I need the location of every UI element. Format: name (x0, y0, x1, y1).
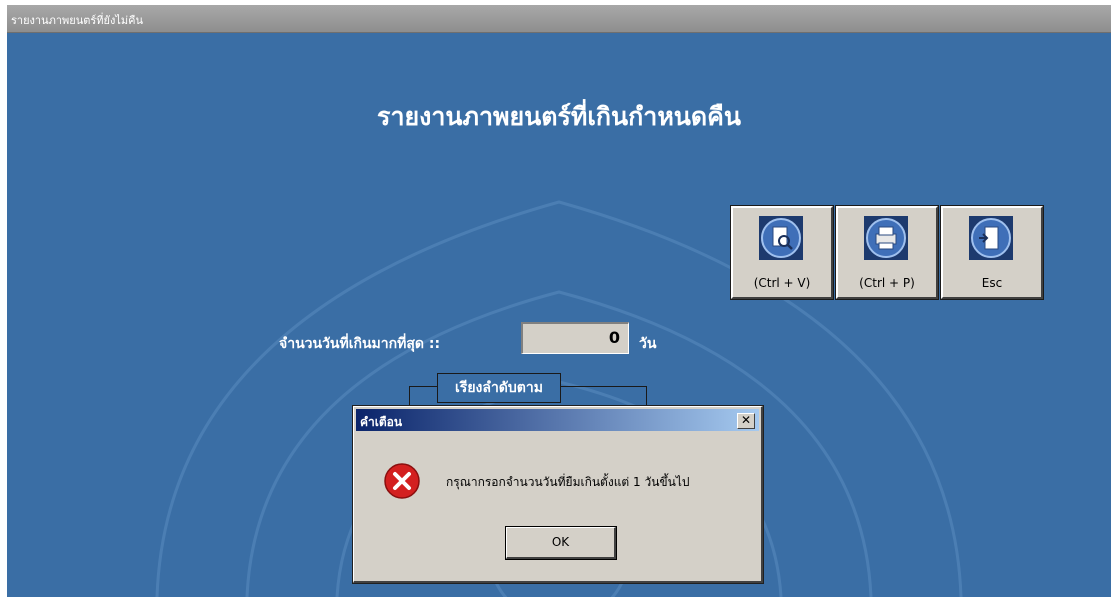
dialog-message: กรุณากรอกจำนวนวันที่ยืมเกินตั้งแต่ 1 วัน… (446, 475, 690, 489)
print-button-label: (Ctrl + P) (859, 276, 915, 290)
page-title: รายงานภาพยนตร์ที่เกินกำหนดคืน (377, 102, 741, 131)
preview-button-label: (Ctrl + V) (753, 276, 811, 290)
days-unit-label: วัน (639, 336, 657, 352)
window-titlebar[interactable]: รายงานภาพยนตร์ที่ยังไม่คืน (7, 5, 1111, 33)
close-icon: ✕ (740, 413, 752, 427)
warning-dialog: คำเตือน ✕ กรุณากรอกจำนวนวันที่ยืมเกินตั้… (353, 406, 763, 583)
sort-order-title: เรียงลำดับตาม (437, 373, 561, 403)
preview-button[interactable]: (Ctrl + V) (730, 205, 834, 300)
window-title: รายงานภาพยนตร์ที่ยังไม่คืน (11, 14, 144, 27)
report-window: รายงานภาพยนตร์ที่ยังไม่คืน รายงานภาพยนตร… (7, 5, 1111, 597)
exit-door-icon (969, 216, 1013, 260)
days-overdue-input[interactable]: 0 (521, 322, 629, 354)
error-icon (384, 463, 420, 499)
days-overdue-label: จำนวนวันที่เกินมากที่สุด :: (279, 336, 441, 352)
exit-button[interactable]: Esc (940, 205, 1044, 300)
ok-button[interactable]: OK (505, 526, 617, 560)
print-button[interactable]: (Ctrl + P) (835, 205, 939, 300)
dialog-titlebar[interactable]: คำเตือน ✕ (356, 409, 759, 431)
printer-icon (864, 216, 908, 260)
exit-button-label: Esc (981, 276, 1003, 290)
dialog-title: คำเตือน (360, 415, 403, 429)
close-button[interactable]: ✕ (737, 413, 755, 429)
preview-icon (759, 216, 803, 260)
